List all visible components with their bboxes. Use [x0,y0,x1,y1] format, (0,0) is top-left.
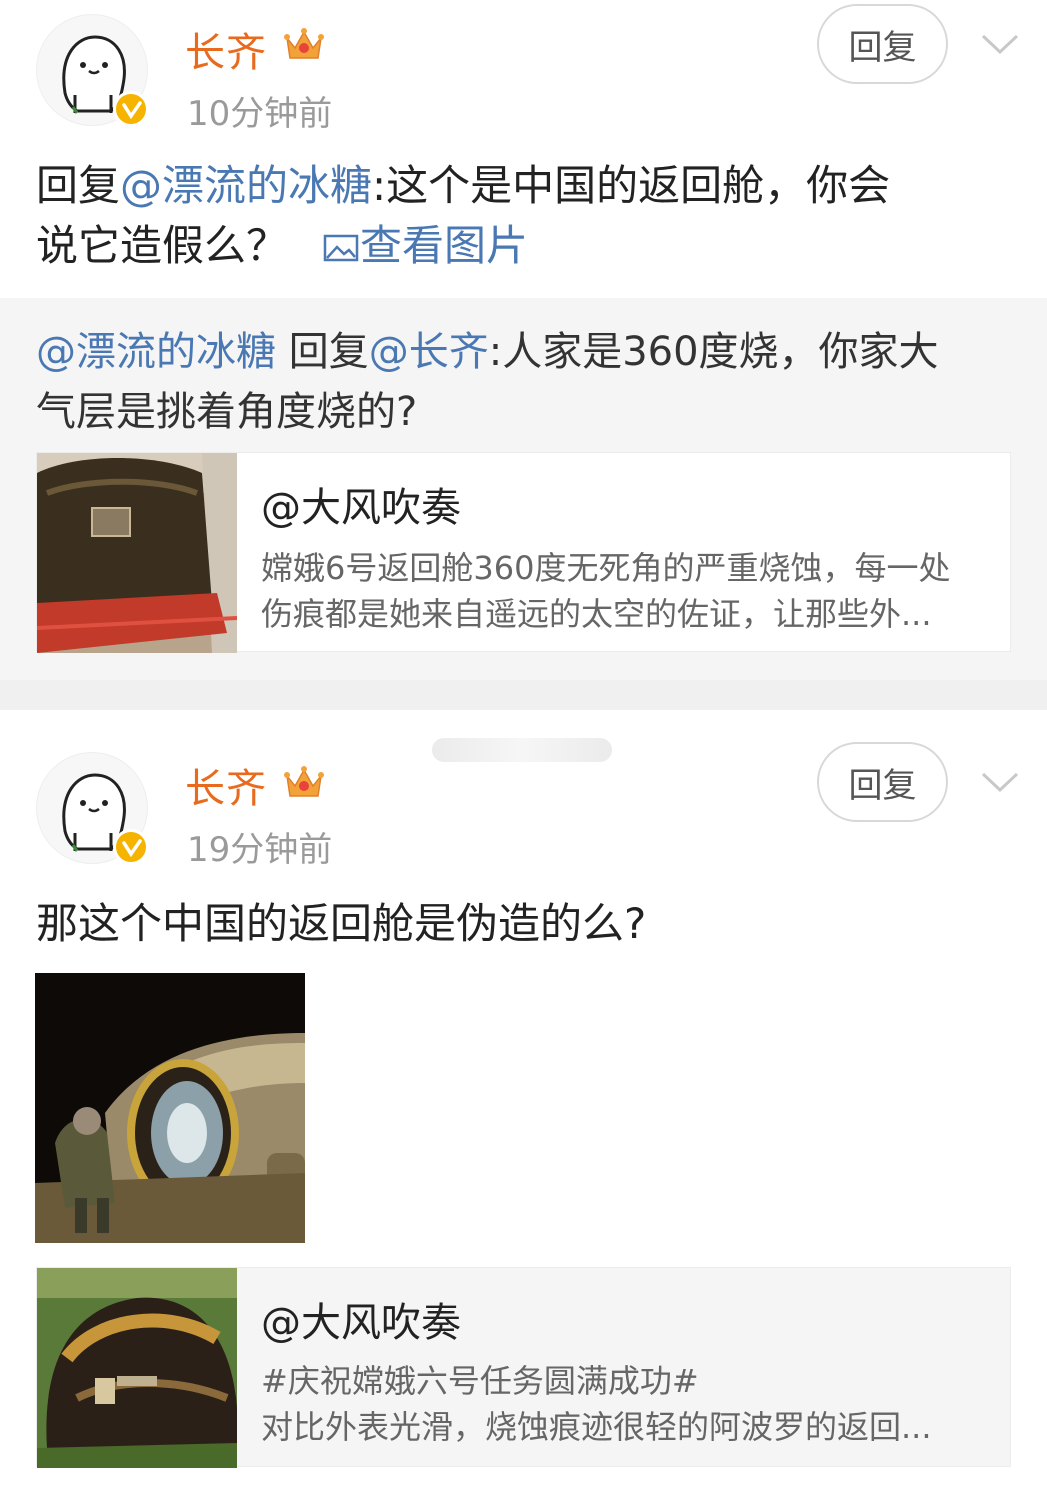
quoted-reply-word: 回复 [276,329,369,375]
quoted-mention-1[interactable]: @漂流的冰糖 [36,329,276,375]
attached-image[interactable] [35,973,305,1243]
avatar[interactable] [36,752,149,865]
quoted-text-line2: 气层是挑着角度烧的? [36,389,418,435]
image-icon [323,234,359,262]
card-desc-line2: 对比外表光滑，烧蚀痕迹很轻的阿波罗的返回... [261,1408,932,1446]
comment-text-line2-text: 说它造假么？ [36,221,289,270]
card-desc-line2: 伤痕都是她来自遥远的太空的佐证，让那些外... [261,595,932,633]
reply-button[interactable]: 回复 [817,742,948,822]
comment-text-line1: 回复@漂流的冰糖:这个是中国的返回舱，你会 [36,156,1011,216]
username[interactable]: 长齐 [185,20,267,78]
reply-prefix: 回复 [36,161,121,210]
username[interactable]: 长齐 [185,756,267,814]
timestamp: 19分钟前 [187,830,333,870]
chevron-down-icon[interactable] [979,768,1021,798]
crown-icon [284,766,324,797]
comment-text-line2: 说它造假么？ 查看图片 [36,216,1011,276]
quoted-mention-2[interactable]: @长齐 [369,329,489,375]
divider [0,680,1047,710]
quoted-text: @漂流的冰糖 回复@长齐:人家是360度烧，你家大 气层是挑着角度烧的? [36,322,1011,442]
card-thumbnail [37,1268,237,1468]
card-title: @大风吹奏 [261,1300,461,1346]
link-card[interactable]: @大风吹奏 嫦娥6号返回舱360度无死角的严重烧蚀，每一处 伤痕都是她来自遥远的… [36,452,1011,653]
comment-text: 那这个中国的返回舱是伪造的么? [36,899,647,948]
crown-icon [284,28,324,59]
view-image-link[interactable]: 查看图片 [322,221,528,270]
view-image-label: 查看图片 [360,221,529,270]
comment-2: 长齐 19分钟前 回复 那这个中国的返回舱是伪造的么? @大风吹奏 #庆祝嫦娥六… [0,710,1047,1505]
card-thumbnail [37,453,237,653]
card-desc-line1: 嫦娥6号返回舱360度无死角的严重烧蚀，每一处 [261,549,951,587]
quoted-text-rest: :人家是360度烧，你家大 [488,329,939,375]
card-title: @大风吹奏 [261,485,461,531]
chevron-down-icon[interactable] [979,30,1021,60]
card-desc-line1: #庆祝嫦娥六号任务圆满成功# [261,1362,699,1400]
avatar[interactable] [36,14,149,127]
timestamp: 10分钟前 [187,94,333,134]
comment-text: 回复@漂流的冰糖:这个是中国的返回舱，你会 说它造假么？ 查看图片 [36,156,1011,276]
verified-badge-icon [113,91,149,127]
comment-text-rest: :这个是中国的返回舱，你会 [372,161,891,210]
watermark-blur [432,738,612,762]
verified-badge-icon [113,829,149,865]
mention-link[interactable]: @漂流的冰糖 [120,161,372,210]
quoted-reply[interactable]: @漂流的冰糖 回复@长齐:人家是360度烧，你家大 气层是挑着角度烧的? @大风… [0,298,1047,680]
comment-1: 长齐 10分钟前 回复 回复@漂流的冰糖:这个是中国的返回舱，你会 说它造假么？… [0,0,1047,680]
link-card[interactable]: @大风吹奏 #庆祝嫦娥六号任务圆满成功# 对比外表光滑，烧蚀痕迹很轻的阿波罗的返… [36,1267,1011,1468]
reply-button[interactable]: 回复 [817,4,948,84]
quoted-text-line1: @漂流的冰糖 回复@长齐:人家是360度烧，你家大 [36,322,1011,382]
